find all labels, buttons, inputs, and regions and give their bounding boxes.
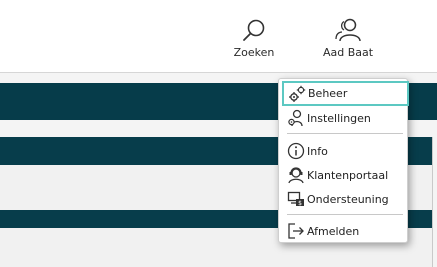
menu-item-info[interactable]: Info <box>283 140 403 162</box>
menu-item-label: Klantenportaal <box>307 168 389 182</box>
menu-item-label: Instellingen <box>307 111 371 125</box>
menu-item-label: Ondersteuning <box>307 192 389 206</box>
menu-item-ondersteuning[interactable]: $ Ondersteuning <box>283 188 403 210</box>
user-account-button[interactable]: Aad Baat <box>316 18 380 59</box>
search-icon <box>241 18 267 42</box>
support-agent-icon <box>287 166 305 184</box>
menu-divider <box>287 214 403 215</box>
remote-support-icon: $ <box>287 190 305 208</box>
search-button[interactable]: Zoeken <box>224 18 284 59</box>
user-gear-icon <box>287 109 305 127</box>
menu-divider <box>287 133 403 134</box>
top-bar: Zoeken Aad Baat <box>0 0 437 73</box>
menu-item-label: Beheer <box>308 87 348 100</box>
user-name-label: Aad Baat <box>322 46 374 59</box>
menu-item-afmelden[interactable]: Afmelden <box>283 220 403 242</box>
users-icon <box>335 18 361 42</box>
logout-icon <box>287 222 305 240</box>
gears-icon <box>288 85 306 103</box>
menu-item-label: Afmelden <box>307 224 360 238</box>
menu-item-label: Info <box>307 144 328 158</box>
user-dropdown-menu: Beheer Instellingen Info Klantenportaal … <box>278 78 409 243</box>
search-label: Zoeken <box>233 46 275 59</box>
svg-text:$: $ <box>298 200 302 207</box>
menu-item-instellingen[interactable]: Instellingen <box>283 107 403 129</box>
menu-item-klantenportaal[interactable]: Klantenportaal <box>283 164 403 186</box>
info-icon <box>287 142 305 160</box>
menu-item-beheer[interactable]: Beheer <box>282 81 409 106</box>
